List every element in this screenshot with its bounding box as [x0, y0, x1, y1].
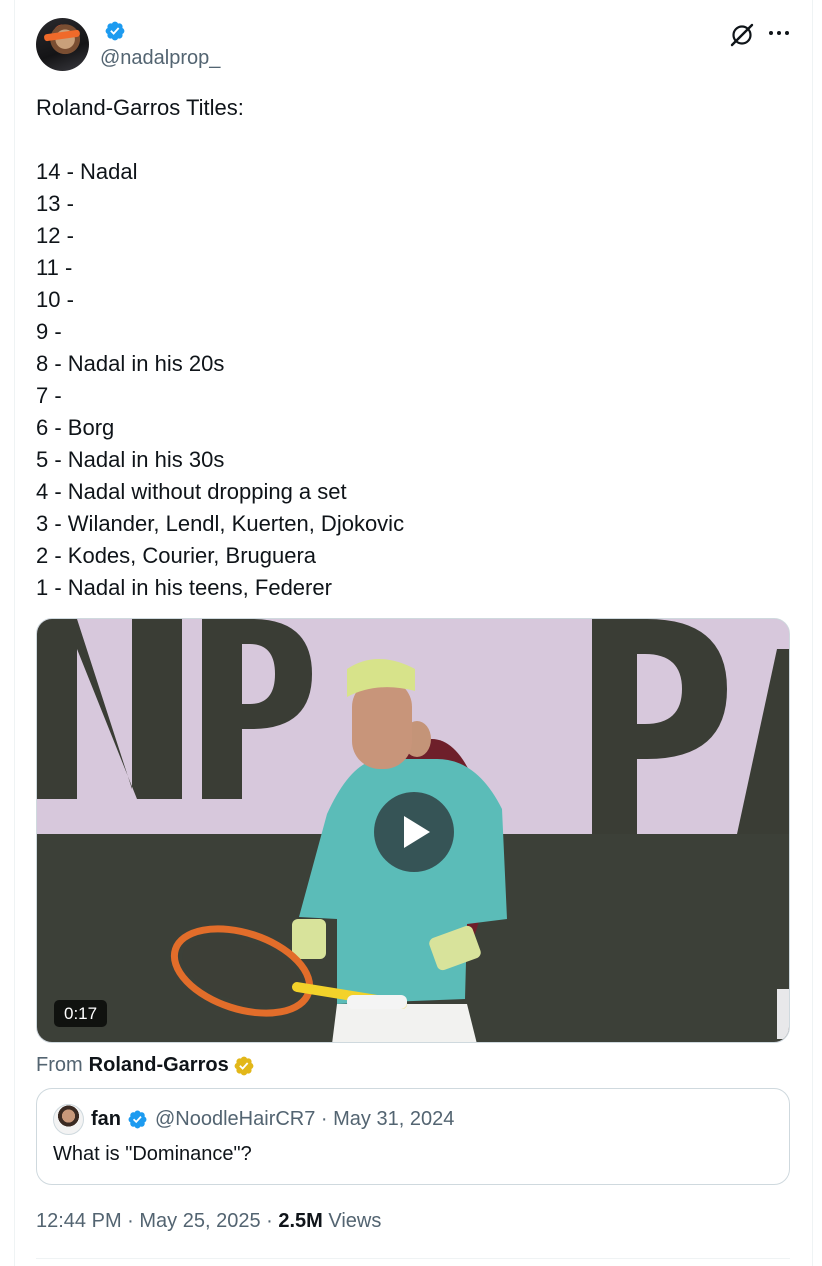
tweet-text: Roland-Garros Titles: 14 - Nadal 13 - 12…	[36, 95, 405, 600]
quoted-tweet[interactable]: fan @NoodleHairCR7 · May 31, 2024 What i…	[36, 1088, 790, 1185]
play-icon	[404, 816, 430, 848]
verified-badge-icon	[105, 21, 125, 41]
tweet-header: @nadalprop_	[36, 18, 796, 72]
tweet-meta: 12:44 PM · May 25, 2025 · 2.5M Views	[36, 1210, 381, 1233]
author-handle[interactable]: @nadalprop_	[100, 47, 220, 70]
from-label: From	[36, 1054, 83, 1076]
media-source-attribution: From Roland-Garros	[36, 1054, 255, 1077]
more-options-icon[interactable]	[766, 20, 792, 46]
play-button[interactable]	[374, 792, 454, 872]
gold-verified-badge-icon	[234, 1056, 254, 1075]
frame-right-border	[812, 0, 813, 1266]
video-duration: 0:17	[54, 1000, 108, 1027]
bottom-divider	[36, 1258, 790, 1259]
timestamp[interactable]: 12:44 PM · May 25, 2025 ·	[36, 1210, 278, 1232]
video-player[interactable]: 0:17	[36, 618, 790, 1043]
author-avatar[interactable]	[36, 18, 89, 71]
views-count: 2.5M	[278, 1210, 323, 1232]
grok-icon[interactable]	[729, 22, 755, 48]
views-label: Views	[322, 1210, 382, 1232]
quote-text: What is "Dominance"?	[53, 1143, 252, 1165]
quote-verified-badge-icon	[128, 1110, 147, 1129]
quote-handle-date: @NoodleHairCR7 · May 31, 2024	[155, 1108, 455, 1130]
quote-author-name[interactable]: fan	[91, 1108, 121, 1131]
quote-author-avatar[interactable]	[53, 1104, 84, 1135]
source-account-link[interactable]: Roland-Garros	[89, 1054, 229, 1077]
frame-left-border	[14, 0, 15, 1266]
